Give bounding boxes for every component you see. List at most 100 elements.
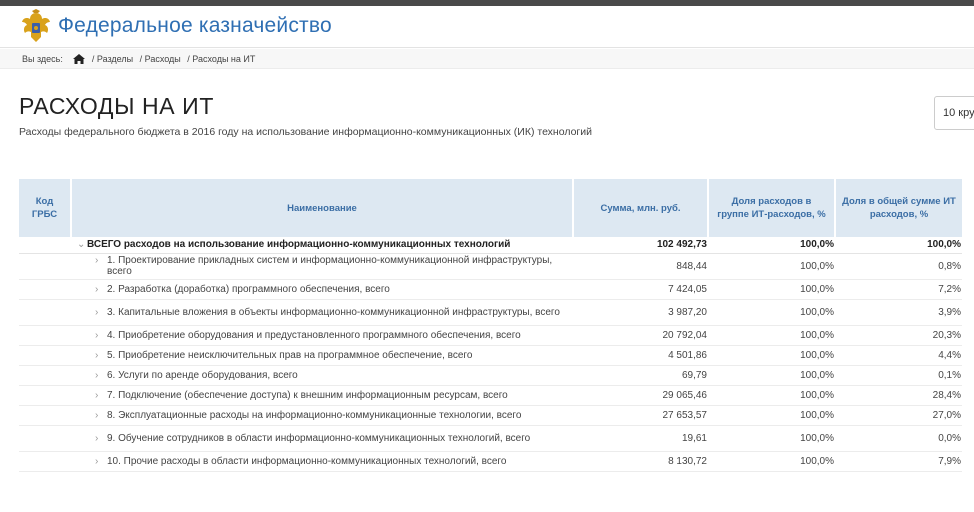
row-name: 4. Приобретение оборудования и предустан…: [107, 329, 521, 341]
chevron-right-icon[interactable]: ›: [95, 390, 107, 401]
cell-name: › 2. Разработка (доработка) программного …: [71, 279, 573, 300]
column-header-share-group[interactable]: Доля расходов в группе ИТ-расходов, %: [708, 179, 836, 237]
site-title[interactable]: Федеральное казначейство: [58, 14, 332, 38]
cell-sum: 29 065,46: [573, 385, 708, 406]
cell-code: [19, 345, 71, 366]
cell-share-total: 7,2%: [835, 279, 962, 300]
breadcrumb-item-expenses[interactable]: / Расходы: [140, 54, 181, 64]
cell-code: [19, 299, 71, 326]
cell-share-group: 100,0%: [708, 345, 835, 366]
cell-share-total: 20,3%: [835, 325, 962, 346]
chevron-right-icon[interactable]: ›: [95, 255, 107, 266]
row-name: 7. Подключение (обеспечение доступа) к в…: [107, 389, 508, 401]
cell-name: › 10. Прочие расходы в области информацио…: [71, 451, 573, 472]
cell-share-group: 100,0%: [708, 279, 835, 300]
column-header-name[interactable]: Наименование: [71, 179, 574, 237]
expenses-table: Код ГРБС Наименование Сумма, млн. руб. Д…: [19, 179, 962, 472]
column-header-share-total[interactable]: Доля в общей сумме ИТ расходов, %: [835, 179, 962, 237]
chevron-right-icon[interactable]: ›: [95, 433, 107, 444]
chevron-right-icon[interactable]: ›: [95, 370, 107, 381]
chevron-right-icon[interactable]: ›: [95, 410, 107, 421]
cell-code: [19, 365, 71, 386]
cell-name: › 9. Обучение сотрудников в области инфор…: [71, 425, 573, 452]
cell-share-total: 0,1%: [835, 365, 962, 386]
cell-code: [19, 325, 71, 346]
cell-share-group: 100,0%: [708, 325, 835, 346]
cell-share-total: 0,0%: [835, 425, 962, 452]
breadcrumb-item-sections[interactable]: / Разделы: [92, 54, 133, 64]
table-row[interactable]: › 5. Приобретение неисключительных прав н…: [19, 345, 962, 366]
cell-code: [19, 451, 71, 472]
row-name: 3. Капитальные вложения в объекты информ…: [107, 306, 560, 318]
cell-sum: 20 792,04: [573, 325, 708, 346]
table-row[interactable]: › 6. Услуги по аренде оборудования, всего…: [19, 365, 962, 386]
cell-sum: 4 501,86: [573, 345, 708, 366]
cell-share-total: 27,0%: [835, 405, 962, 426]
chart-type-selector[interactable]: 10 кру: [934, 96, 974, 130]
cell-name: › 5. Приобретение неисключительных прав н…: [71, 345, 573, 366]
chevron-right-icon[interactable]: ›: [95, 307, 107, 318]
cell-name: › 6. Услуги по аренде оборудования, всего: [71, 365, 573, 386]
cell-share-total: 0,8%: [835, 253, 962, 280]
cell-code: [19, 425, 71, 452]
row-name: 10. Прочие расходы в области информацион…: [107, 455, 507, 467]
page-title: РАСХОДЫ НА ИТ: [19, 93, 214, 119]
chevron-right-icon[interactable]: ›: [95, 456, 107, 467]
breadcrumb-prefix: Вы здесь:: [22, 54, 63, 64]
cell-sum: 848,44: [573, 253, 708, 280]
cell-sum: 7 424,05: [573, 279, 708, 300]
cell-share-group: 100,0%: [708, 385, 835, 406]
cell-share-total: 100,0%: [835, 237, 962, 254]
chevron-down-icon[interactable]: ⌄: [77, 239, 87, 250]
breadcrumb-item-it-expenses: / Расходы на ИТ: [187, 54, 256, 64]
cell-share-total: 4,4%: [835, 345, 962, 366]
chevron-right-icon[interactable]: ›: [95, 330, 107, 341]
home-icon[interactable]: [73, 54, 86, 64]
cell-name: › 1. Проектирование прикладных систем и и…: [71, 253, 573, 280]
table-row[interactable]: › 1. Проектирование прикладных систем и и…: [19, 253, 962, 280]
column-header-code[interactable]: Код ГРБС: [19, 179, 72, 237]
row-name: 1. Проектирование прикладных систем и ин…: [107, 255, 553, 277]
cell-sum: 69,79: [573, 365, 708, 386]
cell-code: [19, 385, 71, 406]
emblem-icon[interactable]: [20, 9, 52, 45]
table-row-total[interactable]: ⌄ ВСЕГО расходов на использование информа…: [19, 237, 962, 254]
cell-share-group: 100,0%: [708, 451, 835, 472]
row-name: 6. Услуги по аренде оборудования, всего: [107, 369, 298, 381]
breadcrumb: Вы здесь: / Разделы / Расходы / Расходы …: [0, 49, 974, 69]
cell-name: ⌄ ВСЕГО расходов на использование информа…: [71, 237, 573, 254]
table-row[interactable]: › 3. Капитальные вложения в объекты инфор…: [19, 299, 962, 326]
chevron-right-icon[interactable]: ›: [95, 284, 107, 295]
cell-code: [19, 237, 71, 254]
cell-share-group: 100,0%: [708, 299, 835, 326]
cell-share-group: 100,0%: [708, 237, 835, 254]
page-subtitle: Расходы федерального бюджета в 2016 году…: [19, 126, 592, 138]
cell-sum: 8 130,72: [573, 451, 708, 472]
cell-share-total: 7,9%: [835, 451, 962, 472]
cell-sum: 27 653,57: [573, 405, 708, 426]
cell-code: [19, 279, 71, 300]
cell-name: › 8. Эксплуатационные расходы на информац…: [71, 405, 573, 426]
table-row[interactable]: › 7. Подключение (обеспечение доступа) к …: [19, 385, 962, 406]
row-name: 5. Приобретение неисключительных прав на…: [107, 349, 473, 361]
table-row[interactable]: › 10. Прочие расходы в области информацио…: [19, 451, 962, 472]
table-header-row: Код ГРБС Наименование Сумма, млн. руб. Д…: [19, 179, 962, 237]
site-header: Федеральное казначейство: [0, 6, 974, 48]
cell-sum: 19,61: [573, 425, 708, 452]
cell-share-group: 100,0%: [708, 365, 835, 386]
chevron-right-icon[interactable]: ›: [95, 350, 107, 361]
table-row[interactable]: › 2. Разработка (доработка) программного …: [19, 279, 962, 300]
cell-share-group: 100,0%: [708, 425, 835, 452]
row-name: 8. Эксплуатационные расходы на информаци…: [107, 409, 522, 421]
cell-name: › 4. Приобретение оборудования и предуста…: [71, 325, 573, 346]
cell-share-group: 100,0%: [708, 405, 835, 426]
table-row[interactable]: › 9. Обучение сотрудников в области инфор…: [19, 425, 962, 452]
cell-code: [19, 405, 71, 426]
column-header-sum[interactable]: Сумма, млн. руб.: [573, 179, 709, 237]
table-row[interactable]: › 4. Приобретение оборудования и предуста…: [19, 325, 962, 346]
cell-name: › 7. Подключение (обеспечение доступа) к …: [71, 385, 573, 406]
table-row[interactable]: › 8. Эксплуатационные расходы на информац…: [19, 405, 962, 426]
total-name: ВСЕГО расходов на использование информац…: [87, 239, 511, 251]
cell-share-total: 28,4%: [835, 385, 962, 406]
cell-sum: 3 987,20: [573, 299, 708, 326]
